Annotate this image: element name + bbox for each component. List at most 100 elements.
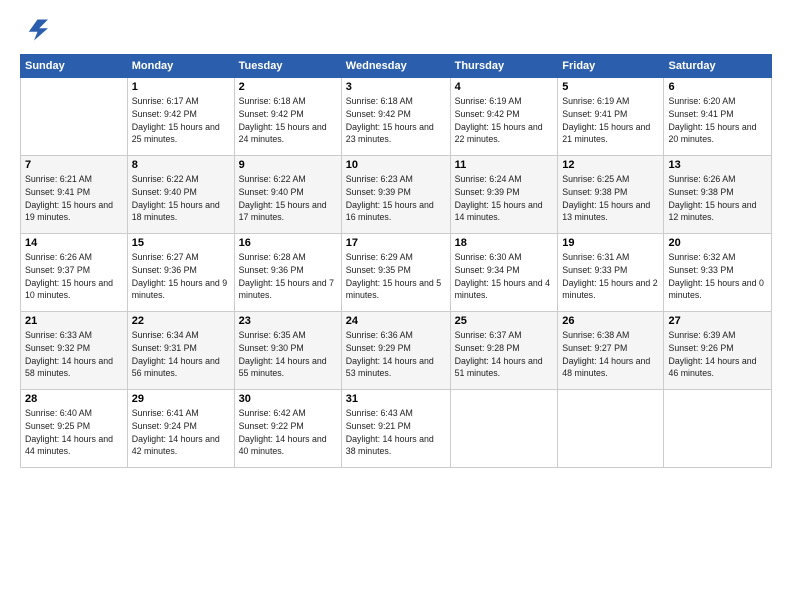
day-number: 10	[346, 159, 446, 171]
calendar-cell: 1 Sunrise: 6:17 AMSunset: 9:42 PMDaylight…	[127, 78, 234, 156]
cell-content: Sunrise: 6:19 AMSunset: 9:41 PMDaylight:…	[562, 96, 650, 144]
day-number: 11	[455, 159, 554, 171]
cell-content: Sunrise: 6:28 AMSunset: 9:36 PMDaylight:…	[239, 252, 334, 300]
day-number: 22	[132, 315, 230, 327]
cell-content: Sunrise: 6:37 AMSunset: 9:28 PMDaylight:…	[455, 330, 543, 378]
cell-content: Sunrise: 6:20 AMSunset: 9:41 PMDaylight:…	[668, 96, 756, 144]
calendar-cell	[450, 390, 558, 468]
calendar-cell	[558, 390, 664, 468]
day-number: 19	[562, 237, 659, 249]
day-number: 5	[562, 81, 659, 93]
calendar-cell: 28 Sunrise: 6:40 AMSunset: 9:25 PMDayligh…	[21, 390, 128, 468]
calendar-cell	[664, 390, 772, 468]
cell-content: Sunrise: 6:40 AMSunset: 9:25 PMDaylight:…	[25, 408, 113, 456]
cell-content: Sunrise: 6:21 AMSunset: 9:41 PMDaylight:…	[25, 174, 113, 222]
calendar-cell: 9 Sunrise: 6:22 AMSunset: 9:40 PMDaylight…	[234, 156, 341, 234]
calendar-cell: 5 Sunrise: 6:19 AMSunset: 9:41 PMDaylight…	[558, 78, 664, 156]
cell-content: Sunrise: 6:19 AMSunset: 9:42 PMDaylight:…	[455, 96, 543, 144]
calendar-cell: 16Sunrise: 6:28 AMSunset: 9:36 PMDayligh…	[234, 234, 341, 312]
calendar-cell: 4 Sunrise: 6:19 AMSunset: 9:42 PMDaylight…	[450, 78, 558, 156]
day-number: 4	[455, 81, 554, 93]
day-number: 3	[346, 81, 446, 93]
cell-content: Sunrise: 6:18 AMSunset: 9:42 PMDaylight:…	[346, 96, 434, 144]
day-number: 13	[668, 159, 767, 171]
cell-content: Sunrise: 6:26 AMSunset: 9:37 PMDaylight:…	[25, 252, 113, 300]
calendar-cell: 8 Sunrise: 6:22 AMSunset: 9:40 PMDaylight…	[127, 156, 234, 234]
calendar-cell: 13 Sunrise: 6:26 AMSunset: 9:38 PMDayligh…	[664, 156, 772, 234]
calendar-cell: 21Sunrise: 6:33 AMSunset: 9:32 PMDayligh…	[21, 312, 128, 390]
calendar-cell: 12 Sunrise: 6:25 AMSunset: 9:38 PMDayligh…	[558, 156, 664, 234]
day-number: 31	[346, 393, 446, 405]
day-number: 6	[668, 81, 767, 93]
calendar-cell: 14 Sunrise: 6:26 AMSunset: 9:37 PMDayligh…	[21, 234, 128, 312]
cell-content: Sunrise: 6:34 AMSunset: 9:31 PMDaylight:…	[132, 330, 220, 378]
cell-content: Sunrise: 6:35 AMSunset: 9:30 PMDaylight:…	[239, 330, 327, 378]
calendar-cell: 3 Sunrise: 6:18 AMSunset: 9:42 PMDaylight…	[341, 78, 450, 156]
cell-content: Sunrise: 6:29 AMSunset: 9:35 PMDaylight:…	[346, 252, 441, 300]
day-number: 25	[455, 315, 554, 327]
day-number: 14	[25, 237, 123, 249]
cell-content: Sunrise: 6:38 AMSunset: 9:27 PMDaylight:…	[562, 330, 650, 378]
header-cell-saturday: Saturday	[664, 55, 772, 78]
cell-content: Sunrise: 6:43 AMSunset: 9:21 PMDaylight:…	[346, 408, 434, 456]
cell-content: Sunrise: 6:24 AMSunset: 9:39 PMDaylight:…	[455, 174, 543, 222]
header-row: SundayMondayTuesdayWednesdayThursdayFrid…	[21, 55, 772, 78]
cell-content: Sunrise: 6:42 AMSunset: 9:22 PMDaylight:…	[239, 408, 327, 456]
day-number: 20	[668, 237, 767, 249]
day-number: 24	[346, 315, 446, 327]
day-number: 9	[239, 159, 337, 171]
calendar-cell: 7 Sunrise: 6:21 AMSunset: 9:41 PMDaylight…	[21, 156, 128, 234]
day-number: 15	[132, 237, 230, 249]
cell-content: Sunrise: 6:36 AMSunset: 9:29 PMDaylight:…	[346, 330, 434, 378]
calendar-cell: 25 Sunrise: 6:37 AMSunset: 9:28 PMDayligh…	[450, 312, 558, 390]
cell-content: Sunrise: 6:31 AMSunset: 9:33 PMDaylight:…	[562, 252, 657, 300]
calendar-week-1: 1 Sunrise: 6:17 AMSunset: 9:42 PMDaylight…	[21, 78, 772, 156]
cell-content: Sunrise: 6:22 AMSunset: 9:40 PMDaylight:…	[132, 174, 220, 222]
header-cell-monday: Monday	[127, 55, 234, 78]
calendar-header: SundayMondayTuesdayWednesdayThursdayFrid…	[21, 55, 772, 78]
day-number: 7	[25, 159, 123, 171]
calendar-week-2: 7 Sunrise: 6:21 AMSunset: 9:41 PMDaylight…	[21, 156, 772, 234]
calendar-cell: 17 Sunrise: 6:29 AMSunset: 9:35 PMDayligh…	[341, 234, 450, 312]
day-number: 12	[562, 159, 659, 171]
calendar-body: 1 Sunrise: 6:17 AMSunset: 9:42 PMDaylight…	[21, 78, 772, 468]
calendar-cell: 18Sunrise: 6:30 AMSunset: 9:34 PMDayligh…	[450, 234, 558, 312]
calendar-table: SundayMondayTuesdayWednesdayThursdayFrid…	[20, 54, 772, 468]
cell-content: Sunrise: 6:26 AMSunset: 9:38 PMDaylight:…	[668, 174, 756, 222]
cell-content: Sunrise: 6:17 AMSunset: 9:42 PMDaylight:…	[132, 96, 220, 144]
day-number: 18	[455, 237, 554, 249]
cell-content: Sunrise: 6:25 AMSunset: 9:38 PMDaylight:…	[562, 174, 650, 222]
cell-content: Sunrise: 6:18 AMSunset: 9:42 PMDaylight:…	[239, 96, 327, 144]
day-number: 26	[562, 315, 659, 327]
day-number: 1	[132, 81, 230, 93]
calendar-cell: 22 Sunrise: 6:34 AMSunset: 9:31 PMDayligh…	[127, 312, 234, 390]
calendar-cell: 23 Sunrise: 6:35 AMSunset: 9:30 PMDayligh…	[234, 312, 341, 390]
calendar-week-4: 21Sunrise: 6:33 AMSunset: 9:32 PMDayligh…	[21, 312, 772, 390]
cell-content: Sunrise: 6:39 AMSunset: 9:26 PMDaylight:…	[668, 330, 756, 378]
cell-content: Sunrise: 6:27 AMSunset: 9:36 PMDaylight:…	[132, 252, 227, 300]
calendar-cell: 31 Sunrise: 6:43 AMSunset: 9:21 PMDayligh…	[341, 390, 450, 468]
cell-content: Sunrise: 6:22 AMSunset: 9:40 PMDaylight:…	[239, 174, 327, 222]
day-number: 17	[346, 237, 446, 249]
day-number: 23	[239, 315, 337, 327]
cell-content: Sunrise: 6:33 AMSunset: 9:32 PMDaylight:…	[25, 330, 113, 378]
calendar-cell	[21, 78, 128, 156]
header-cell-sunday: Sunday	[21, 55, 128, 78]
cell-content: Sunrise: 6:32 AMSunset: 9:33 PMDaylight:…	[668, 252, 763, 300]
day-number: 28	[25, 393, 123, 405]
calendar-cell: 2Sunrise: 6:18 AMSunset: 9:42 PMDaylight…	[234, 78, 341, 156]
day-number: 29	[132, 393, 230, 405]
page: SundayMondayTuesdayWednesdayThursdayFrid…	[0, 0, 792, 612]
header-cell-tuesday: Tuesday	[234, 55, 341, 78]
calendar-cell: 15 Sunrise: 6:27 AMSunset: 9:36 PMDayligh…	[127, 234, 234, 312]
header	[20, 16, 772, 44]
calendar-cell: 30Sunrise: 6:42 AMSunset: 9:22 PMDayligh…	[234, 390, 341, 468]
cell-content: Sunrise: 6:41 AMSunset: 9:24 PMDaylight:…	[132, 408, 220, 456]
day-number: 8	[132, 159, 230, 171]
logo-icon	[20, 16, 48, 44]
calendar-cell: 26 Sunrise: 6:38 AMSunset: 9:27 PMDayligh…	[558, 312, 664, 390]
day-number: 27	[668, 315, 767, 327]
calendar-cell: 10Sunrise: 6:23 AMSunset: 9:39 PMDayligh…	[341, 156, 450, 234]
calendar-cell: 11 Sunrise: 6:24 AMSunset: 9:39 PMDayligh…	[450, 156, 558, 234]
header-cell-wednesday: Wednesday	[341, 55, 450, 78]
